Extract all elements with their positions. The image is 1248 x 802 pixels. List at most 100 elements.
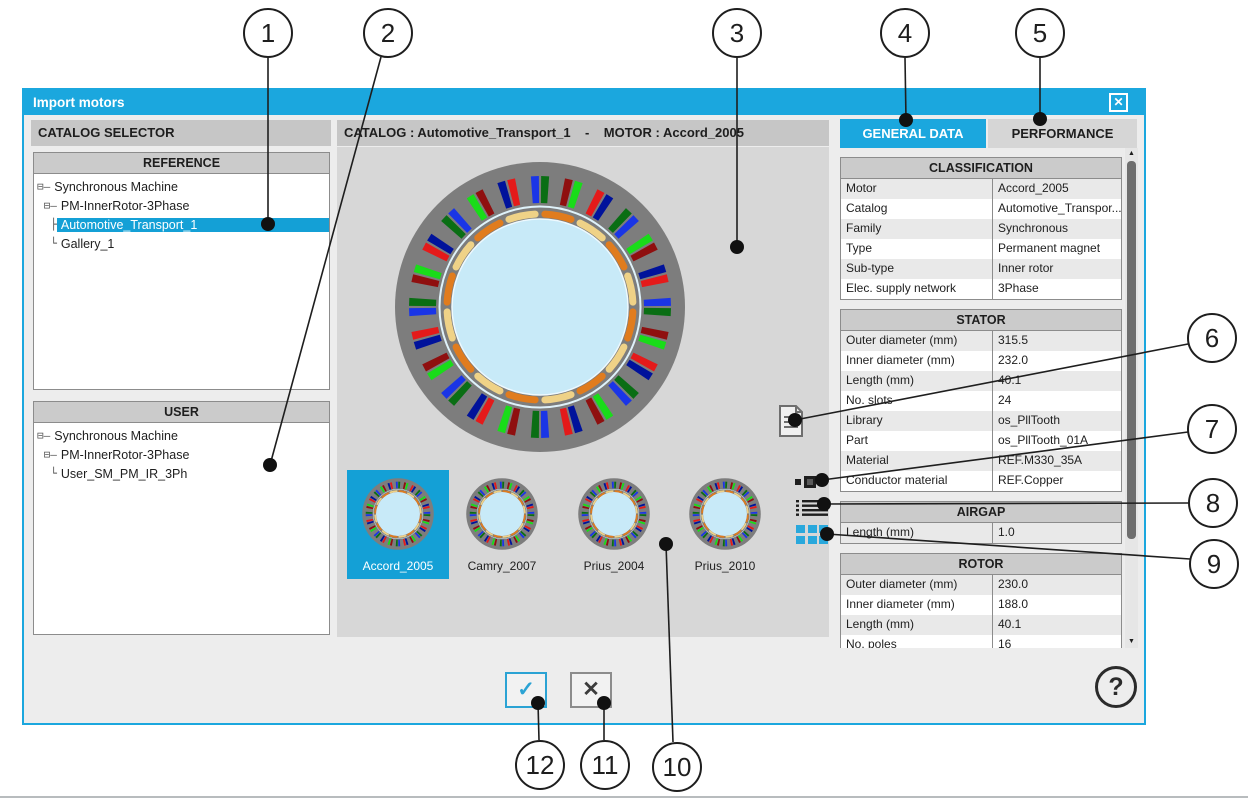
reference-tree: ⊟–Synchronous Machine ⊟–PM-InnerRotor-3P… xyxy=(34,174,329,253)
table-row: Conductor materialREF.Copper xyxy=(841,471,1121,491)
row-label: Part xyxy=(841,431,993,451)
scrollbar-thumb[interactable] xyxy=(1127,161,1136,539)
tree-item-label: Synchronous Machine xyxy=(50,429,182,443)
row-value: Accord_2005 xyxy=(993,179,1121,199)
tree-item-label: PM-InnerRotor-3Phase xyxy=(57,199,194,213)
row-label: Library xyxy=(841,411,993,431)
page: Import motors ✕ CATALOG SELECTOR REFEREN… xyxy=(0,0,1248,802)
row-value: 3Phase xyxy=(993,279,1121,299)
table-stator: STATOROuter diameter (mm)315.5Inner diam… xyxy=(840,309,1122,492)
row-value: 230.0 xyxy=(993,575,1121,595)
row-label: Inner diameter (mm) xyxy=(841,351,993,371)
user-groupbox: USER ⊟–Synchronous Machine ⊟–PM-InnerRot… xyxy=(33,401,330,635)
callout-4: 4 xyxy=(880,8,930,58)
dialog-titlebar[interactable]: Import motors ✕ xyxy=(24,90,1144,115)
callout-12: 12 xyxy=(515,740,565,790)
tiles-view-icon-part xyxy=(795,479,801,485)
row-label: Elec. supply network xyxy=(841,279,993,299)
callout-6: 6 xyxy=(1187,313,1237,363)
user-tree: ⊟–Synchronous Machine ⊟–PM-InnerRotor-3P… xyxy=(34,423,329,483)
catalog-selector-title: CATALOG SELECTOR xyxy=(31,120,331,146)
tables-stack: CLASSIFICATIONMotorAccord_2005CatalogAut… xyxy=(840,148,1124,648)
row-label: Outer diameter (mm) xyxy=(841,575,993,595)
row-label: No. poles xyxy=(841,635,993,648)
scroll-up-icon[interactable]: ▲ xyxy=(1125,148,1138,160)
tree-item-label: User_SM_PM_IR_3Ph xyxy=(57,467,191,481)
cancel-button[interactable]: ✕ xyxy=(570,672,612,708)
table-row: Length (mm)40.1 xyxy=(841,371,1121,391)
row-value: 40.1 xyxy=(993,615,1121,635)
row-value: os_PllTooth_01A xyxy=(993,431,1121,451)
tab-performance[interactable]: PERFORMANCE xyxy=(988,119,1137,148)
table-row: Partos_PllTooth_01A xyxy=(841,431,1121,451)
thumbnail-label: Camry_2007 xyxy=(451,559,553,573)
callout-2: 2 xyxy=(363,8,413,58)
row-label: Material xyxy=(841,451,993,471)
row-value: 40.1 xyxy=(993,371,1121,391)
close-icon[interactable]: ✕ xyxy=(1109,93,1128,112)
table-row: Length (mm)1.0 xyxy=(841,523,1121,543)
import-motors-dialog: Import motors ✕ CATALOG SELECTOR REFEREN… xyxy=(22,88,1146,725)
catalog-motor-header: CATALOG : Automotive_Transport_1 - MOTOR… xyxy=(337,120,829,146)
reference-header: REFERENCE xyxy=(34,153,329,174)
scrollbar[interactable]: ▲ ▼ xyxy=(1125,148,1138,648)
thumbnail-prius_2010[interactable]: Prius_2010 xyxy=(674,470,776,579)
table-row: FamilySynchronous xyxy=(841,219,1121,239)
tree-branch-glyph: ├ xyxy=(37,218,57,231)
row-value: 16 xyxy=(993,635,1121,648)
tiles-view-icon[interactable] xyxy=(795,475,831,488)
row-label: Length (mm) xyxy=(841,615,993,635)
table-row: Outer diameter (mm)230.0 xyxy=(841,575,1121,595)
tree-branch-glyph: └ xyxy=(37,467,57,480)
tree-item-gallery-1[interactable]: └Gallery_1 xyxy=(37,234,329,253)
tree-item-automotive-transport-1[interactable]: ├Automotive_Transport_1 xyxy=(37,215,329,234)
tree-item-label: Automotive_Transport_1 xyxy=(57,218,329,232)
general-data-panel: CLASSIFICATIONMotorAccord_2005CatalogAut… xyxy=(840,148,1124,648)
tree-branch-glyph: ⊟– xyxy=(37,448,57,461)
table-title: AIRGAP xyxy=(841,502,1121,523)
tree-item-pm-innerrotor-3phase[interactable]: ⊟–PM-InnerRotor-3Phase xyxy=(37,196,329,215)
callout-11: 11 xyxy=(580,740,630,790)
table-row: Sub-typeInner rotor xyxy=(841,259,1121,279)
row-value: Synchronous xyxy=(993,219,1121,239)
ok-button[interactable]: ✓ xyxy=(505,672,547,708)
table-row: Inner diameter (mm)232.0 xyxy=(841,351,1121,371)
scroll-down-icon[interactable]: ▼ xyxy=(1125,636,1138,648)
row-value: 315.5 xyxy=(993,331,1121,351)
table-title: ROTOR xyxy=(841,554,1121,575)
tree-item-synchronous-machine[interactable]: ⊟–Synchronous Machine xyxy=(37,177,329,196)
motor-thumbnail-image xyxy=(577,477,651,551)
list-view-icon[interactable] xyxy=(796,499,828,516)
thumbnail-camry_2007[interactable]: Camry_2007 xyxy=(451,470,553,579)
thumbnail-prius_2004[interactable]: Prius_2004 xyxy=(563,470,665,579)
grid-view-icon[interactable] xyxy=(796,525,831,544)
tree-item-synchronous-machine[interactable]: ⊟–Synchronous Machine xyxy=(37,426,329,445)
callout-8: 8 xyxy=(1188,478,1238,528)
document-icon[interactable] xyxy=(778,405,804,438)
row-label: Sub-type xyxy=(841,259,993,279)
tab-general-data[interactable]: GENERAL DATA xyxy=(840,119,986,148)
tree-item-user-sm-pm-ir-3ph[interactable]: └User_SM_PM_IR_3Ph xyxy=(37,464,329,483)
row-label: Outer diameter (mm) xyxy=(841,331,993,351)
table-row: No. slots24 xyxy=(841,391,1121,411)
row-value: Permanent magnet xyxy=(993,239,1121,259)
tree-item-pm-innerrotor-3phase[interactable]: ⊟–PM-InnerRotor-3Phase xyxy=(37,445,329,464)
callout-9: 9 xyxy=(1189,539,1239,589)
table-row: Length (mm)40.1 xyxy=(841,615,1121,635)
row-label: Motor xyxy=(841,179,993,199)
callout-1: 1 xyxy=(243,8,293,58)
table-row: MaterialREF.M330_35A xyxy=(841,451,1121,471)
motor-thumbnail-image xyxy=(465,477,539,551)
page-bottom-rule xyxy=(0,796,1248,798)
row-value: Inner rotor xyxy=(993,259,1121,279)
tiles-view-icon-part xyxy=(819,479,825,485)
callout-5: 5 xyxy=(1015,8,1065,58)
thumbnail-accord_2005[interactable]: Accord_2005 xyxy=(347,470,449,579)
table-row: TypePermanent magnet xyxy=(841,239,1121,259)
thumbnail-label: Prius_2010 xyxy=(674,559,776,573)
table-row: Inner diameter (mm)188.0 xyxy=(841,595,1121,615)
row-value: Automotive_Transpor... xyxy=(993,199,1121,219)
user-header: USER xyxy=(34,402,329,423)
tiles-view-icon-part xyxy=(804,476,816,488)
help-button[interactable]: ? xyxy=(1095,666,1137,708)
